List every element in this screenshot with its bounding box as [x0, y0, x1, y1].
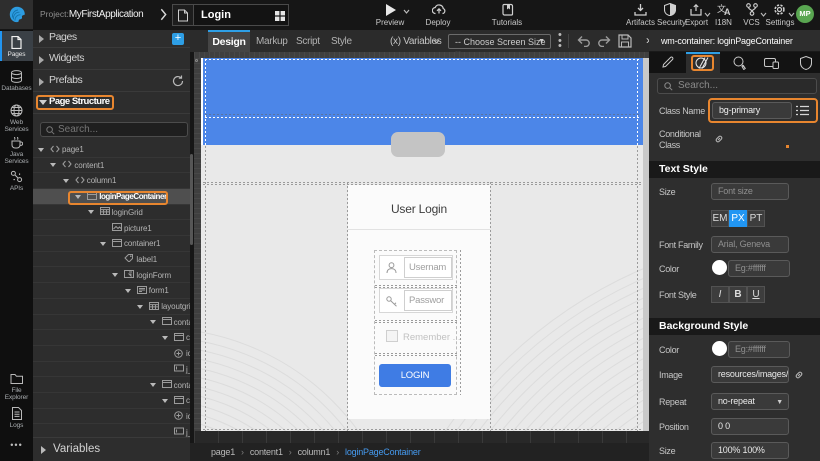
svg-text:A: A [724, 7, 731, 16]
